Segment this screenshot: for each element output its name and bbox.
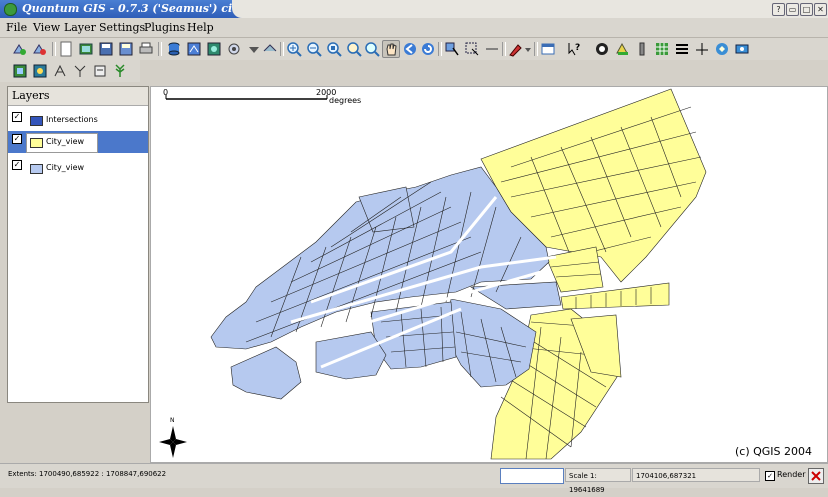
scale-bar: 0 2000 degrees — [163, 88, 361, 105]
main-toolbar: ? — [0, 38, 828, 60]
stop-render-icon[interactable] — [808, 468, 824, 484]
minimize-button[interactable]: ▭ — [786, 3, 799, 16]
layer-visibility-checkbox[interactable]: ✓ — [12, 134, 22, 144]
copyright-label: (c) QGIS 2004 — [735, 445, 812, 458]
map-svg: 0 2000 degrees N (c) QGIS 2004 — [159, 88, 812, 460]
grass-edit-icon[interactable] — [52, 63, 68, 79]
north-arrow: N — [159, 417, 187, 458]
add-raster-layer-icon[interactable] — [32, 41, 48, 57]
grid-maker-icon[interactable] — [654, 41, 670, 57]
layer-label: Intersections — [46, 115, 98, 124]
add-wms-icon[interactable] — [206, 41, 222, 57]
zoom-out-icon[interactable] — [306, 41, 322, 57]
scalebar-plugin-icon[interactable] — [674, 41, 690, 57]
layer-item-intersections[interactable]: ✓ Intersections — [8, 109, 148, 131]
layer-symbol-swatch — [30, 138, 43, 148]
menu-plugins[interactable]: Plugins — [144, 21, 185, 34]
grass-tool-y-icon[interactable] — [72, 63, 88, 79]
north-label: N — [170, 417, 175, 424]
layer-item-city-view-yellow[interactable]: ✓ City_view — [8, 131, 148, 153]
window-title: Quantum GIS - 0.7.3 ('Seamus') city — [22, 2, 244, 15]
plugin-toolbar — [0, 60, 140, 82]
layer-properties-icon[interactable] — [226, 41, 242, 57]
select-features-icon[interactable] — [464, 41, 480, 57]
north-arrow-plugin-icon[interactable] — [694, 41, 710, 57]
toolbar-separator — [534, 42, 538, 56]
map-canvas[interactable]: 0 2000 degrees N (c) QGIS 2004 — [150, 86, 828, 463]
save-as-icon[interactable] — [118, 41, 134, 57]
database-icon[interactable] — [166, 41, 182, 57]
open-project-icon[interactable] — [78, 41, 94, 57]
grass-add-vector-icon[interactable] — [32, 63, 48, 79]
new-project-icon[interactable] — [58, 41, 74, 57]
help-button[interactable]: ? — [772, 3, 785, 16]
layer-label: City_view — [46, 137, 85, 146]
menu-view[interactable]: View — [33, 21, 60, 34]
qgis-app-icon[interactable] — [4, 3, 17, 16]
toolbar-separator — [438, 42, 442, 56]
scalebar-unit-label: degrees — [329, 96, 361, 105]
progress-input[interactable] — [500, 468, 564, 484]
scalebar-start-label: 0 — [163, 88, 168, 97]
coordinate-readout: 1704106,687321 — [632, 468, 760, 482]
menu-bar: File View Layer Settings Plugins Help — [0, 18, 828, 38]
whats-this-icon[interactable]: ? — [566, 41, 582, 57]
toolbar-separator — [280, 42, 284, 56]
add-text-icon[interactable] — [614, 41, 630, 57]
layer-visibility-checkbox[interactable]: ✓ — [12, 160, 22, 170]
layers-header-label: Layers — [12, 89, 50, 102]
menu-layer[interactable]: Layer — [64, 21, 96, 34]
close-button[interactable]: ✕ — [814, 3, 827, 16]
layers-panel: Layers ✓ Intersections ✓ City_view ✓ Cit… — [7, 86, 149, 403]
zoom-last-icon[interactable] — [402, 41, 418, 57]
layer-label: City_view — [46, 163, 85, 172]
layers-panel-header: Layers — [8, 87, 148, 106]
pan-hand-icon[interactable] — [382, 40, 400, 58]
grass-open-mapset-icon[interactable] — [12, 63, 28, 79]
save-project-icon[interactable] — [98, 41, 114, 57]
grass-region-icon[interactable] — [92, 63, 108, 79]
print-icon[interactable] — [138, 41, 154, 57]
layer-symbol-swatch — [30, 116, 43, 126]
layer-dropdown-icon[interactable] — [246, 41, 262, 57]
grass-tools-icon[interactable] — [594, 41, 610, 57]
menu-help[interactable]: Help — [187, 21, 214, 34]
capture-tool-icon[interactable] — [508, 41, 524, 57]
menu-settings[interactable]: Settings — [99, 21, 145, 34]
zoom-in-icon[interactable] — [286, 41, 302, 57]
grass-shell-icon[interactable] — [112, 63, 128, 79]
extents-readout: Extents: 1700490,685922 : 1708847,690622 — [8, 470, 167, 478]
title-bar: Quantum GIS - 0.7.3 ('Seamus') city ? ▭ … — [0, 0, 828, 18]
toolbar-separator — [52, 42, 56, 56]
maximize-button[interactable]: □ — [800, 3, 813, 16]
layer-item-city-view-blue[interactable]: ✓ City_view — [8, 157, 148, 179]
zoom-layer-icon[interactable] — [364, 41, 380, 57]
render-checkbox[interactable]: ✓ — [765, 471, 775, 481]
refresh-icon[interactable] — [420, 41, 436, 57]
measure-line-icon[interactable] — [484, 41, 500, 57]
scale-readout: Scale 1: 19641689 — [565, 468, 631, 494]
zoom-selection-icon[interactable] — [346, 41, 362, 57]
add-postgis-icon[interactable] — [186, 41, 202, 57]
layer-visibility-checkbox[interactable]: ✓ — [12, 112, 22, 122]
toolbar-separator — [158, 42, 162, 56]
zoom-full-icon[interactable] — [326, 41, 342, 57]
status-bar: Extents: 1700490,685922 : 1708847,690622… — [0, 463, 828, 494]
render-label: Render — [777, 470, 806, 479]
add-point-icon[interactable] — [634, 41, 650, 57]
gps-plugin-icon[interactable] — [734, 41, 750, 57]
svg-text:?: ? — [575, 43, 580, 53]
copyright-plugin-icon[interactable] — [714, 41, 730, 57]
toolbar-separator — [502, 42, 506, 56]
title-bar-right-area — [232, 0, 828, 18]
identify-icon[interactable] — [444, 41, 460, 57]
layer-symbol-swatch — [30, 164, 43, 174]
overview-icon[interactable] — [262, 41, 278, 57]
attribute-table-icon[interactable] — [540, 41, 556, 57]
menu-file[interactable]: File — [6, 21, 27, 34]
add-vector-layer-icon[interactable] — [12, 41, 28, 57]
